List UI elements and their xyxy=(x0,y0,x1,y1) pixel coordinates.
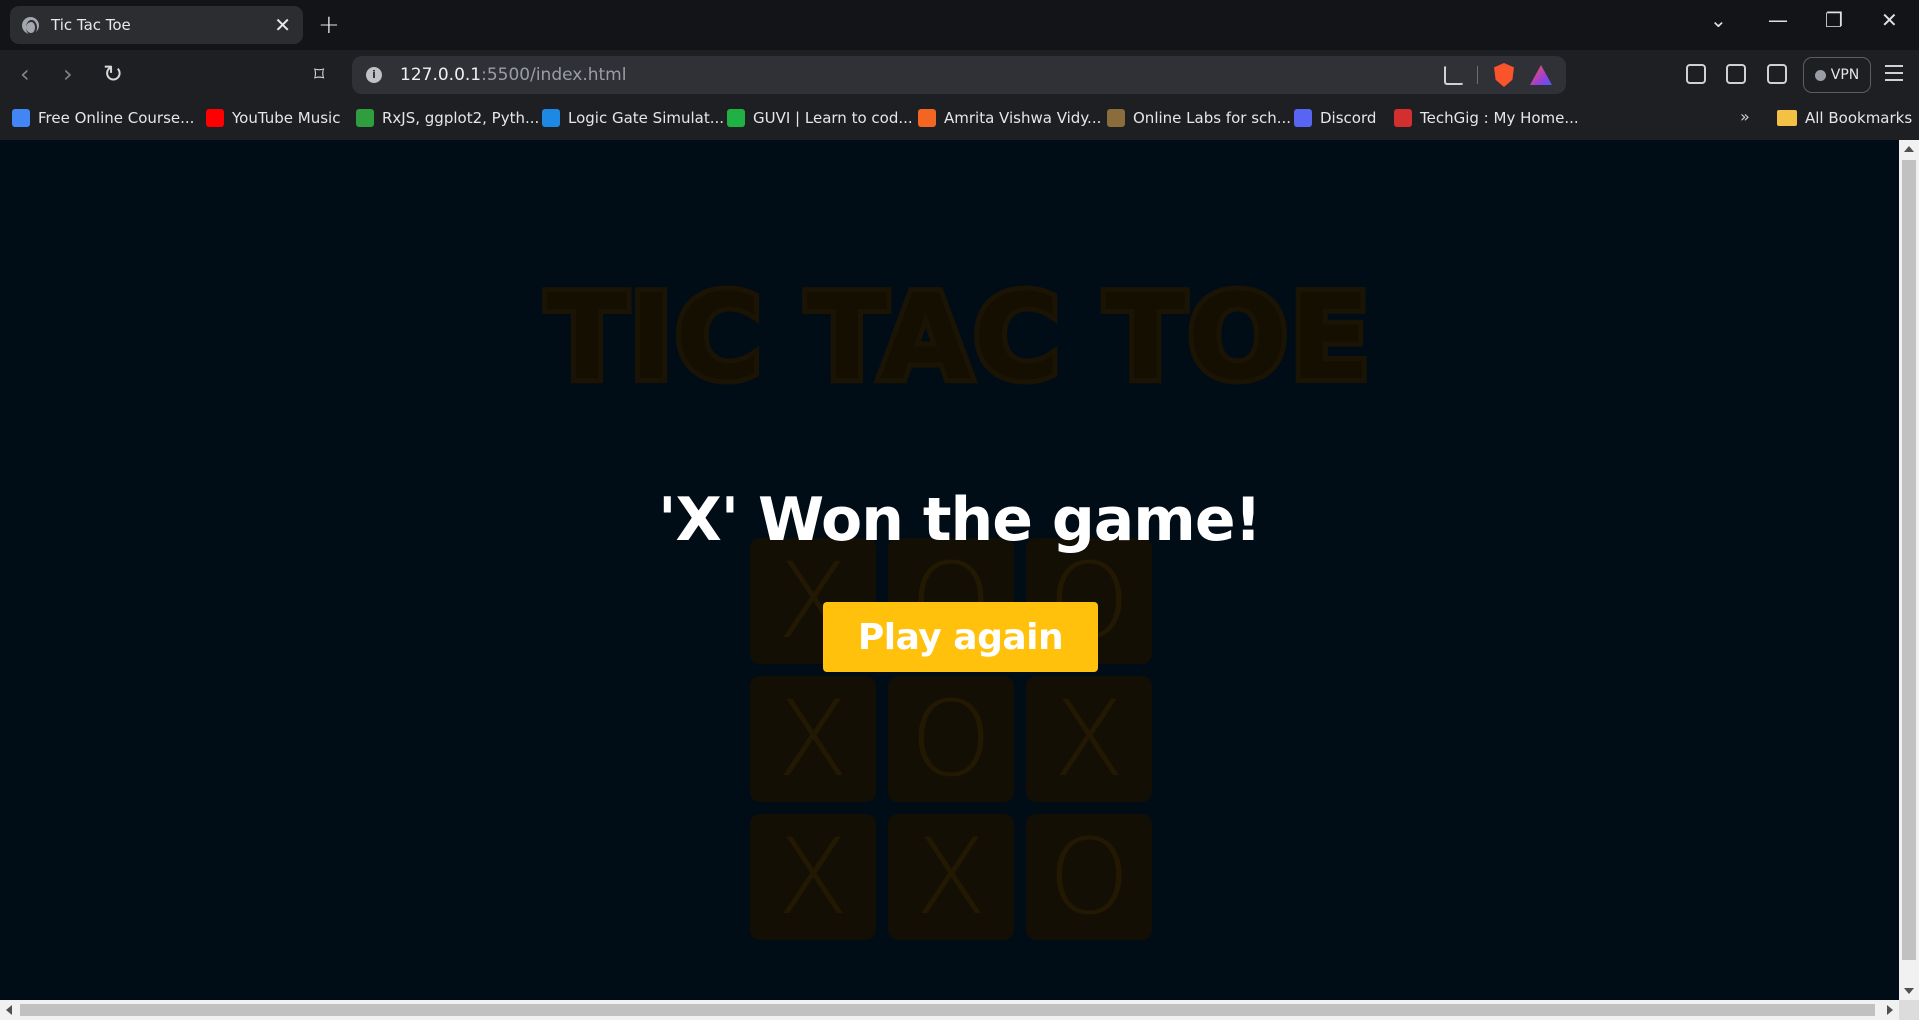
bookmark-item[interactable]: YouTube Music xyxy=(206,109,340,127)
bookmark-favicon-icon xyxy=(206,109,224,127)
address-bar[interactable]: i 127.0.0.1:5500/index.html xyxy=(352,56,1566,94)
bookmark-item[interactable]: Logic Gate Simulat... xyxy=(542,109,724,127)
bookmark-item[interactable]: TechGig : My Home... xyxy=(1394,109,1579,127)
bookmark-label: Discord xyxy=(1320,109,1377,127)
bookmark-label: TechGig : My Home... xyxy=(1420,109,1579,127)
new-tab-button[interactable]: + xyxy=(318,10,340,40)
bookmark-item[interactable]: Online Labs for sch... xyxy=(1107,109,1291,127)
vpn-button[interactable]: VPN xyxy=(1803,57,1871,93)
divider xyxy=(1477,66,1478,84)
info-icon[interactable]: i xyxy=(366,67,382,83)
folder-icon xyxy=(1777,110,1797,126)
minimize-icon[interactable]: — xyxy=(1768,8,1788,32)
url-text[interactable]: 127.0.0.1:5500/index.html xyxy=(400,65,626,85)
vpn-label: VPN xyxy=(1830,67,1860,83)
bookmark-favicon-icon xyxy=(1294,109,1312,127)
bookmark-label: Free Online Course... xyxy=(38,109,195,127)
wallet-icon[interactable] xyxy=(1767,64,1787,84)
scroll-left-icon[interactable] xyxy=(6,1005,12,1015)
bookmark-label: YouTube Music xyxy=(232,109,341,127)
back-icon[interactable]: ‹ xyxy=(20,62,30,86)
share-icon[interactable] xyxy=(1444,65,1464,85)
bookmark-icon[interactable]: ⌑ xyxy=(314,64,324,84)
bookmark-item[interactable]: Amrita Vishwa Vidy... xyxy=(918,109,1101,127)
page-viewport: TIC TAC TOE XOOXOXXXO 'X' Won the game! … xyxy=(0,140,1899,1000)
bookmarks-bar: » All Bookmarks Free Online Course... You… xyxy=(0,100,1919,140)
extensions-icon[interactable] xyxy=(1686,64,1706,84)
all-bookmarks-button[interactable]: All Bookmarks xyxy=(1777,109,1912,127)
toolbar: ‹ › ↻ ⌑ i 127.0.0.1:5500/index.html VPN xyxy=(0,50,1919,100)
horizontal-scroll-thumb[interactable] xyxy=(20,1004,1875,1016)
winner-message: 'X' Won the game! xyxy=(658,485,1262,555)
scroll-down-icon[interactable] xyxy=(1904,988,1914,994)
bookmark-favicon-icon xyxy=(356,109,374,127)
tab-title: Tic Tac Toe xyxy=(51,16,131,34)
bookmark-favicon-icon xyxy=(1394,109,1412,127)
forward-icon[interactable]: › xyxy=(63,62,73,86)
vertical-scrollbar[interactable] xyxy=(1899,140,1919,1000)
bookmark-favicon-icon xyxy=(918,109,936,127)
bookmark-favicon-icon xyxy=(12,109,30,127)
horizontal-scrollbar[interactable] xyxy=(0,1000,1899,1020)
bookmark-favicon-icon xyxy=(727,109,745,127)
bookmarks-overflow-icon[interactable]: » xyxy=(1740,107,1750,126)
message-overlay: 'X' Won the game! Play again xyxy=(0,140,1899,1000)
globe-icon xyxy=(22,16,39,35)
vpn-status-icon xyxy=(1814,69,1826,81)
tab-tic-tac-toe[interactable]: Tic Tac Toe ✕ xyxy=(10,6,303,44)
scroll-right-icon[interactable] xyxy=(1887,1005,1893,1015)
bookmark-label: Online Labs for sch... xyxy=(1133,109,1292,127)
bookmark-label: RxJS, ggplot2, Pyth... xyxy=(382,109,540,127)
bookmark-favicon-icon xyxy=(1107,109,1125,127)
vertical-scroll-thumb[interactable] xyxy=(1902,160,1916,960)
reload-icon[interactable]: ↻ xyxy=(103,62,123,86)
bookmark-item[interactable]: Free Online Course... xyxy=(12,109,194,127)
bookmark-label: Logic Gate Simulat... xyxy=(568,109,725,127)
tab-close-icon[interactable]: ✕ xyxy=(274,15,291,35)
bookmark-item[interactable]: GUVI | Learn to cod... xyxy=(727,109,913,127)
bookmark-label: GUVI | Learn to cod... xyxy=(753,109,913,127)
tab-strip: Tic Tac Toe ✕ + ⌄ — ❐ ✕ xyxy=(0,0,1919,50)
brave-rewards-icon[interactable] xyxy=(1530,65,1552,85)
sidebar-icon[interactable] xyxy=(1726,64,1746,84)
close-window-icon[interactable]: ✕ xyxy=(1881,8,1898,32)
brave-shields-icon[interactable] xyxy=(1494,63,1514,87)
tab-search-icon[interactable]: ⌄ xyxy=(1710,8,1727,32)
bookmark-label: Amrita Vishwa Vidy... xyxy=(944,109,1102,127)
scrollbar-corner xyxy=(1899,1000,1919,1020)
bookmark-favicon-icon xyxy=(542,109,560,127)
scroll-up-icon[interactable] xyxy=(1904,146,1914,152)
restore-icon[interactable]: ❐ xyxy=(1825,8,1843,32)
bookmark-item[interactable]: Discord xyxy=(1294,109,1376,127)
bookmark-item[interactable]: RxJS, ggplot2, Pyth... xyxy=(356,109,539,127)
menu-icon[interactable] xyxy=(1885,65,1903,81)
play-again-button[interactable]: Play again xyxy=(823,602,1098,672)
